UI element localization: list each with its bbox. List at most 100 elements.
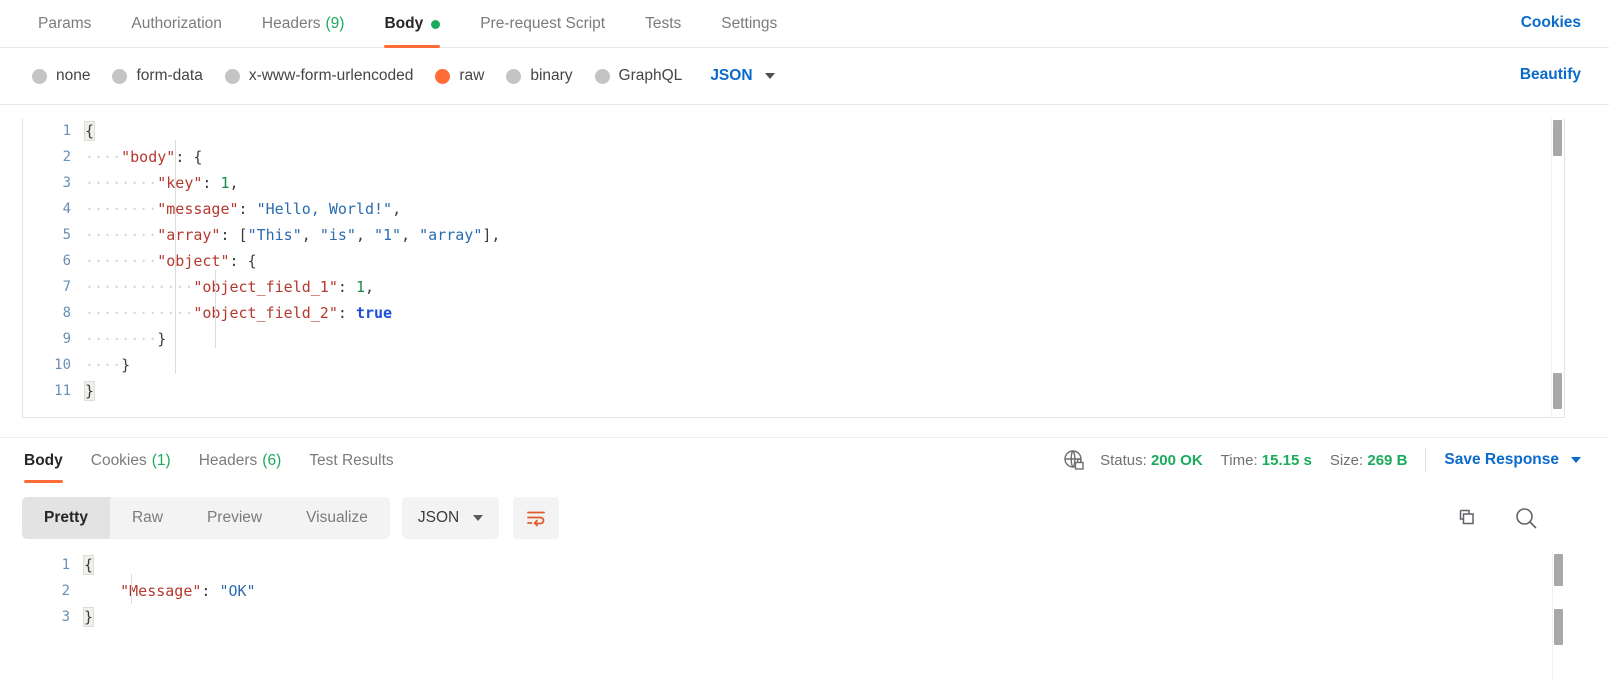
save-response-button[interactable]: Save Response: [1444, 451, 1581, 469]
raw-format-label: JSON: [710, 67, 753, 84]
code-token: {: [247, 252, 257, 270]
response-tab-cookies[interactable]: Cookies (1): [77, 438, 185, 484]
code-token: "This": [247, 226, 302, 244]
line-number: 1: [62, 123, 71, 139]
code-token: "object": [157, 252, 230, 270]
tab-count: (1): [151, 451, 171, 469]
code-token: ,: [364, 278, 374, 296]
code-line: 9 ········}: [23, 326, 1564, 352]
response-body-editor[interactable]: 1{2 "Message": "OK" 3}: [22, 552, 1565, 681]
code-token: ············: [85, 278, 194, 296]
code-text[interactable]: {: [82, 552, 95, 578]
request-code-lines[interactable]: 1 {2 ····"body": { 3 ········"key": 1, 4 ·····…: [23, 118, 1564, 404]
line-number: 3: [62, 175, 71, 191]
line-number: 5: [62, 227, 71, 243]
request-tab-headers[interactable]: Headers (9): [242, 0, 365, 48]
code-token: }: [83, 381, 96, 401]
request-editor-scrollbar[interactable]: [1551, 118, 1564, 417]
body-type-form-data[interactable]: form-data: [112, 67, 203, 85]
line-number: 7: [62, 279, 71, 295]
radio-icon: [594, 68, 610, 84]
response-view-pretty[interactable]: Pretty: [22, 497, 110, 539]
body-type-binary[interactable]: binary: [506, 67, 573, 85]
body-type-label: GraphQL: [618, 67, 683, 84]
body-type-graphql[interactable]: GraphQL: [594, 67, 683, 85]
request-tab-pre-request-script[interactable]: Pre-request Script: [460, 0, 625, 48]
code-text[interactable]: ········}: [85, 326, 166, 352]
response-tab-test-results[interactable]: Test Results: [295, 438, 407, 484]
body-type-label: x-www-form-urlencoded: [248, 67, 414, 84]
status-badge: Status: 200 OK: [1100, 452, 1203, 469]
code-text[interactable]: {: [83, 118, 96, 144]
code-text[interactable]: ····}: [85, 352, 130, 378]
code-line: 6 ········"object": {: [23, 248, 1564, 274]
code-text[interactable]: ········"array": ["This", "is", "1", "ar…: [85, 222, 500, 248]
cookies-link[interactable]: Cookies: [1521, 14, 1581, 32]
body-type-x-www-form-urlencoded[interactable]: x-www-form-urlencoded: [224, 67, 414, 85]
wrap-text-button[interactable]: [513, 497, 560, 539]
scrollbar-thumb-top[interactable]: [1553, 120, 1562, 156]
response-code-lines[interactable]: 1{2 "Message": "OK" 3}: [22, 552, 1565, 630]
scrollbar-thumb-bottom[interactable]: [1553, 373, 1562, 409]
tab-label: Headers: [261, 15, 321, 32]
code-token: :: [229, 252, 248, 270]
code-token: ········: [85, 252, 158, 270]
response-meta-bar: Status: 200 OK Time: 15.15 s Size: 269 B…: [1062, 437, 1581, 483]
code-token: }: [157, 330, 167, 348]
response-view-raw[interactable]: Raw: [110, 497, 185, 539]
save-response-label: Save Response: [1444, 451, 1559, 468]
scrollbar-thumb-top[interactable]: [1554, 554, 1563, 586]
code-text[interactable]: "Message": "OK": [84, 578, 256, 604]
response-view-preview[interactable]: Preview: [185, 497, 284, 539]
request-body-editor[interactable]: 1 {2 ····"body": { 3 ········"key": 1, 4 ·····…: [22, 118, 1565, 418]
line-number: 11: [54, 383, 71, 399]
request-tab-tests[interactable]: Tests: [625, 0, 701, 48]
code-text[interactable]: ········"key": 1,: [85, 170, 239, 196]
tab-label: Settings: [721, 15, 778, 32]
response-tab-body[interactable]: Body: [22, 438, 77, 484]
body-type-none[interactable]: none: [32, 67, 90, 85]
chevron-down-icon: [764, 73, 775, 79]
code-text[interactable]: }: [82, 604, 95, 630]
code-text[interactable]: ····"body": {: [85, 144, 202, 170]
request-tab-settings[interactable]: Settings: [701, 0, 797, 48]
request-tab-authorization[interactable]: Authorization: [111, 0, 241, 48]
size-badge: Size: 269 B: [1330, 452, 1408, 469]
code-token: "Message": [120, 582, 202, 600]
code-text[interactable]: ········"message": "Hello, World!",: [85, 196, 401, 222]
time-badge: Time: 15.15 s: [1221, 452, 1312, 469]
code-token: "1": [374, 226, 402, 244]
status-label: Status:: [1100, 451, 1147, 469]
response-tab-headers[interactable]: Headers (6): [185, 438, 296, 484]
code-text[interactable]: ············"object_field_1": 1,: [85, 274, 374, 300]
line-number: 10: [54, 357, 71, 373]
code-text[interactable]: }: [83, 378, 96, 404]
tab-count: (6): [262, 451, 282, 469]
size-label: Size:: [1329, 451, 1364, 469]
code-text[interactable]: ············"object_field_2": true: [85, 300, 392, 326]
copy-icon[interactable]: [1453, 506, 1477, 530]
response-view-visualize[interactable]: Visualize: [284, 497, 390, 539]
request-tab-body[interactable]: Body: [364, 0, 460, 48]
line-number: 3: [61, 609, 70, 625]
request-tab-params[interactable]: Params: [28, 0, 111, 48]
line-number: 2: [61, 583, 70, 599]
code-token: :: [201, 582, 220, 600]
code-token: "OK": [219, 582, 256, 600]
tab-count: (9): [325, 15, 345, 32]
radio-icon: [32, 68, 47, 84]
code-line: 4 ········"message": "Hello, World!",: [23, 196, 1564, 222]
tab-label: Pre-request Script: [480, 15, 606, 32]
code-line: 11}: [23, 378, 1564, 404]
response-format-select[interactable]: JSON: [401, 497, 500, 539]
code-line: 2 ····"body": {: [23, 144, 1564, 170]
code-token: {: [193, 148, 203, 166]
code-token: }: [82, 607, 95, 627]
search-icon[interactable]: [1513, 505, 1539, 531]
body-type-raw[interactable]: raw: [435, 67, 484, 85]
code-token: true: [355, 304, 393, 322]
response-editor-scrollbar[interactable]: [1552, 552, 1565, 681]
raw-format-select[interactable]: JSON: [710, 67, 775, 85]
scrollbar-thumb-bottom[interactable]: [1554, 609, 1563, 645]
code-text[interactable]: ········"object": {: [85, 248, 257, 274]
